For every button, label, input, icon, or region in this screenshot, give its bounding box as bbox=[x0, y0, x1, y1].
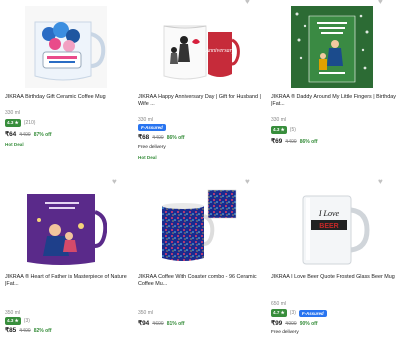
selling-price: ₹64 bbox=[5, 131, 17, 138]
product-title[interactable]: JIKRAA I Love Beer Quote Frosted Glass B… bbox=[271, 274, 397, 281]
product-size: 330 ml bbox=[5, 110, 21, 116]
product-size: 330 ml bbox=[271, 117, 287, 123]
wishlist-heart-icon[interactable]: ♥ bbox=[378, 0, 385, 6]
product-card[interactable]: ♥ JIKRAA ® Daddy Around My Little Finger… bbox=[266, 0, 399, 170]
product-card[interactable]: JIKRAA Birthday Gift Ceramic Coffee Mug … bbox=[0, 0, 133, 170]
rating-badge: 4.3 ★ bbox=[5, 119, 21, 127]
anniversary-mug-image: Anniversary bbox=[158, 6, 240, 88]
selling-price: ₹94 bbox=[138, 320, 150, 327]
original-price: ₹699 bbox=[152, 321, 164, 327]
product-image[interactable]: Anniversary bbox=[158, 6, 240, 88]
discount-percent: 81% off bbox=[166, 321, 185, 327]
beer-mug-image: I Love BEER bbox=[291, 186, 373, 268]
product-size: 350 ml bbox=[138, 310, 154, 316]
coaster-mug-image bbox=[158, 186, 240, 268]
rating-badge: 4.7 ★ bbox=[271, 309, 287, 317]
assured-badge: F-Assured bbox=[298, 309, 327, 317]
price-row: ₹85 ₹499 82% off bbox=[5, 326, 52, 334]
free-delivery-label: Free delivery bbox=[271, 330, 299, 335]
product-card[interactable]: ♥ JIKRAA Coffee With Coaster combo - 96 … bbox=[133, 178, 266, 340]
discount-percent: 86% off bbox=[166, 135, 185, 141]
product-title[interactable]: JIKRAA Happy Anniversary Day | Gift for … bbox=[138, 94, 264, 108]
image-caption: Anniversary bbox=[204, 48, 235, 54]
rating-row: 4.3 ★ (3) bbox=[5, 317, 30, 325]
product-title[interactable]: JIKRAA ® Daddy Around My Little Fingers … bbox=[271, 94, 397, 108]
selling-price: ₹85 bbox=[5, 327, 17, 334]
original-price: ₹499 bbox=[285, 139, 297, 145]
rating-count: (210) bbox=[23, 120, 36, 126]
wishlist-heart-icon[interactable]: ♥ bbox=[245, 178, 252, 186]
selling-price: ₹68 bbox=[138, 134, 150, 141]
original-price: ₹999 bbox=[285, 321, 297, 327]
assured-row: F-Assured bbox=[138, 124, 166, 131]
product-image[interactable] bbox=[25, 186, 107, 268]
birthday-mug-image bbox=[25, 6, 107, 88]
wishlist-heart-icon[interactable]: ♥ bbox=[112, 178, 119, 186]
product-image[interactable] bbox=[158, 186, 240, 268]
original-price: ₹499 bbox=[152, 135, 164, 141]
price-row: ₹64 ₹499 87% off bbox=[5, 130, 52, 138]
original-price: ₹499 bbox=[19, 132, 31, 138]
image-caption: I Love bbox=[318, 209, 340, 218]
product-title[interactable]: JIKRAA Birthday Gift Ceramic Coffee Mug bbox=[5, 94, 131, 101]
product-title[interactable]: JIKRAA Coffee With Coaster combo - 96 Ce… bbox=[138, 274, 264, 288]
rating-row: 4.3 ★ (210) bbox=[5, 119, 35, 127]
discount-percent: 87% off bbox=[33, 132, 52, 138]
discount-percent: 90% off bbox=[299, 321, 318, 327]
rating-badge: 4.3 ★ bbox=[271, 126, 287, 134]
rating-count: (3) bbox=[289, 310, 296, 316]
price-row: ₹68 ₹499 86% off bbox=[138, 133, 185, 141]
discount-percent: 82% off bbox=[33, 328, 52, 334]
product-image[interactable]: I Love BEER bbox=[291, 186, 373, 268]
product-card[interactable]: ♥ JIKRAA ® Heart of Father is Masterpiec… bbox=[0, 178, 133, 340]
rating-row: 4.3 ★ (5) bbox=[271, 126, 296, 134]
wishlist-heart-icon[interactable]: ♥ bbox=[245, 0, 252, 6]
product-card[interactable]: ♥ I Love BEER JIKRAA I Love Beer Quote F… bbox=[266, 178, 399, 340]
wishlist-heart-icon[interactable]: ♥ bbox=[378, 178, 385, 186]
price-row: ₹69 ₹499 86% off bbox=[271, 137, 318, 145]
product-image[interactable] bbox=[291, 6, 373, 88]
discount-percent: 86% off bbox=[299, 139, 318, 145]
image-caption: BEER bbox=[319, 223, 338, 230]
product-size: 350 ml bbox=[5, 310, 21, 316]
rating-count: (3) bbox=[23, 318, 30, 324]
price-row: ₹99 ₹999 90% off bbox=[271, 319, 318, 327]
product-title[interactable]: JIKRAA ® Heart of Father is Masterpiece … bbox=[5, 274, 131, 288]
rating-badge: 4.3 ★ bbox=[5, 317, 21, 325]
hot-deal-label: Hot Deal bbox=[5, 142, 24, 147]
rating-count: (5) bbox=[289, 127, 296, 133]
daddy-mug-image bbox=[291, 6, 373, 88]
selling-price: ₹99 bbox=[271, 320, 283, 327]
price-row: ₹94 ₹699 81% off bbox=[138, 319, 185, 327]
hot-deal-label: Hot Deal bbox=[138, 155, 157, 160]
free-delivery-label: Free delivery bbox=[138, 145, 166, 150]
father-mug-image bbox=[25, 186, 107, 268]
product-size: 650 ml bbox=[271, 301, 287, 307]
rating-row: 4.7 ★ (3) F-Assured bbox=[271, 309, 327, 317]
original-price: ₹499 bbox=[19, 328, 31, 334]
product-card[interactable]: ♥ Anniversary JIKRAA Happy Anniversary D… bbox=[133, 0, 266, 170]
selling-price: ₹69 bbox=[271, 138, 283, 145]
product-image[interactable] bbox=[25, 6, 107, 88]
assured-badge: F-Assured bbox=[138, 124, 166, 131]
product-size: 330 ml bbox=[138, 117, 154, 123]
